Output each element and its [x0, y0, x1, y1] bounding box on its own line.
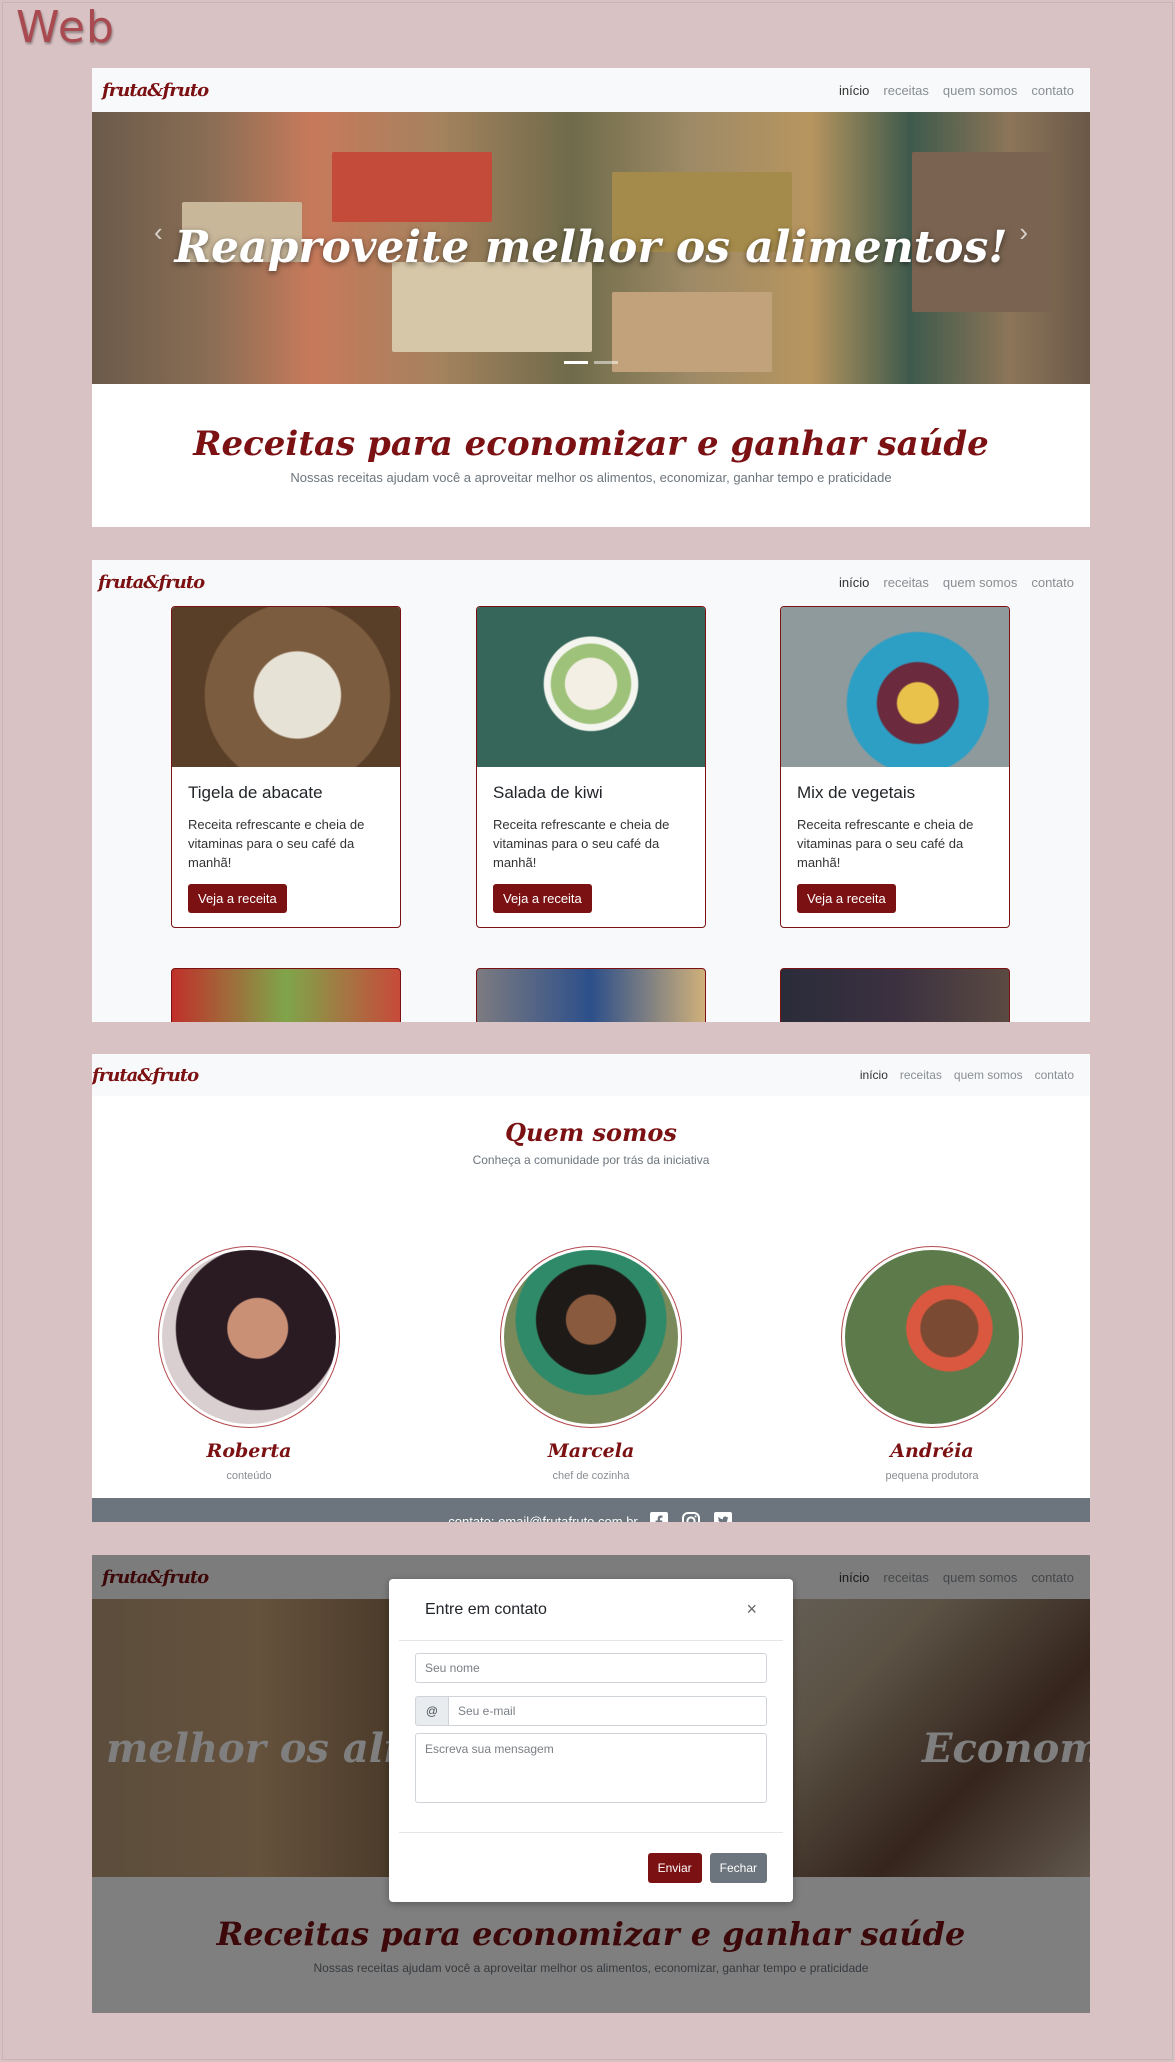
nav-menu: início receitas quem somos contato — [839, 575, 1074, 590]
nav-contato[interactable]: contato — [1035, 1068, 1074, 1082]
nav-quem-somos[interactable]: quem somos — [943, 575, 1017, 590]
contact-modal: Entre em contato × Seu nome @ Seu e-mail… — [389, 1579, 793, 1902]
facebook-icon[interactable] — [648, 1510, 670, 1522]
recipe-cards: Tigela de abacate Receita refrescante e … — [92, 604, 1090, 1022]
nav-receitas[interactable]: receitas — [883, 83, 929, 98]
footer-contact[interactable]: contato: email@frutafruto.com.br — [448, 1514, 638, 1523]
recipe-card-partial — [780, 968, 1010, 1022]
recipe-text: Receita refrescante e cheia de vitaminas… — [188, 817, 365, 870]
name-input[interactable]: Seu nome — [415, 1653, 767, 1683]
nav-inicio[interactable]: início — [839, 83, 869, 98]
modal-body: Seu nome @ Seu e-mail Escreva sua mensag… — [389, 1641, 793, 1803]
intro-subtitle: Nossas receitas ajudam você a aproveitar… — [290, 470, 892, 485]
avatar — [158, 1246, 340, 1428]
brand-logo[interactable]: fruta&fruto — [102, 80, 209, 101]
recipes-panel: fruta&fruto início receitas quem somos c… — [92, 560, 1090, 1022]
carousel-indicators — [92, 361, 1090, 364]
nav-quem-somos[interactable]: quem somos — [943, 83, 1017, 98]
member-role: conteúdo — [226, 1470, 272, 1482]
team-section: Quem somos Conheça a comunidade por trás… — [92, 1118, 1090, 1498]
nav-receitas[interactable]: receitas — [883, 575, 929, 590]
recipe-image — [172, 607, 400, 767]
email-group: @ Seu e-mail — [415, 1696, 767, 1726]
modal-title: Entre em contato — [425, 1600, 547, 1618]
member-name: Andréia — [890, 1440, 974, 1462]
team-member: Roberta conteúdo — [129, 1246, 369, 1482]
nav-menu: início receitas quem somos contato — [860, 1068, 1074, 1082]
team-member: Marcela chef de cozinha — [471, 1246, 711, 1482]
navbar: fruta&fruto início receitas quem somos c… — [92, 68, 1090, 112]
recipe-title: Mix de vegetais — [797, 783, 916, 802]
avatar — [841, 1246, 1023, 1428]
recipe-image — [781, 607, 1009, 767]
home-panel: fruta&fruto início receitas quem somos c… — [92, 68, 1090, 527]
about-panel: fruta&fruto início receitas quem somos c… — [92, 1054, 1090, 1522]
at-addon: @ — [415, 1696, 449, 1726]
web-label: Web — [16, 2, 115, 53]
message-textarea[interactable]: Escreva sua mensagem — [415, 1733, 767, 1803]
brand-logo[interactable]: fruta&fruto — [98, 572, 205, 593]
email-input[interactable]: Seu e-mail — [449, 1696, 767, 1726]
contact-panel: fruta&fruto início receitas quem somos c… — [92, 1555, 1090, 2013]
recipe-button[interactable]: Veja a receita — [188, 884, 287, 913]
member-role: pequena produtora — [885, 1470, 979, 1482]
nav-contato[interactable]: contato — [1031, 575, 1074, 590]
nav-menu: início receitas quem somos contato — [839, 83, 1074, 98]
close-icon[interactable]: × — [746, 1599, 757, 1620]
indicator-1[interactable] — [564, 361, 588, 364]
recipe-title: Tigela de abacate — [188, 783, 323, 802]
recipe-card: Mix de vegetais Receita refrescante e ch… — [780, 606, 1010, 928]
nav-contato[interactable]: contato — [1031, 83, 1074, 98]
avatar — [500, 1246, 682, 1428]
modal-header: Entre em contato × — [399, 1579, 783, 1641]
send-button[interactable]: Enviar — [647, 1852, 702, 1883]
close-button[interactable]: Fechar — [709, 1852, 767, 1883]
member-name: Marcela — [547, 1440, 635, 1462]
hero-title: Reaproveite melhor os alimentos! — [174, 222, 1008, 273]
nav-quem-somos[interactable]: quem somos — [954, 1068, 1023, 1082]
recipe-button[interactable]: Veja a receita — [797, 884, 896, 913]
recipe-image — [477, 607, 705, 767]
recipe-title: Salada de kiwi — [493, 783, 603, 802]
about-subtitle: Conheça a comunidade por trás da iniciat… — [472, 1153, 710, 1167]
instagram-icon[interactable] — [680, 1510, 702, 1522]
recipe-card-partial — [476, 968, 706, 1022]
indicator-2[interactable] — [594, 361, 618, 364]
member-name: Roberta — [206, 1440, 292, 1462]
navbar: fruta&fruto início receitas quem somos c… — [92, 560, 1090, 604]
member-role: chef de cozinha — [552, 1470, 630, 1482]
nav-inicio[interactable]: início — [860, 1068, 888, 1082]
brand-logo[interactable]: fruta&fruto — [92, 1065, 199, 1086]
recipe-button[interactable]: Veja a receita — [493, 884, 592, 913]
recipe-text: Receita refrescante e cheia de vitaminas… — [493, 817, 670, 870]
footer: contato: email@frutafruto.com.br — [92, 1498, 1090, 1522]
recipe-card: Salada de kiwi Receita refrescante e che… — [476, 606, 706, 928]
intro-title: Receitas para economizar e ganhar saúde — [193, 424, 989, 464]
recipe-text: Receita refrescante e cheia de vitaminas… — [797, 817, 974, 870]
nav-inicio[interactable]: início — [839, 575, 869, 590]
nav-receitas[interactable]: receitas — [900, 1068, 942, 1082]
team-member: Andréia pequena produtora — [812, 1246, 1052, 1482]
recipe-card: Tigela de abacate Receita refrescante e … — [171, 606, 401, 928]
navbar: fruta&fruto início receitas quem somos c… — [92, 1054, 1090, 1096]
hero-carousel[interactable]: ‹ › Reaproveite melhor os alimentos! — [92, 112, 1090, 384]
about-title: Quem somos — [505, 1118, 677, 1147]
recipe-card-partial — [171, 968, 401, 1022]
twitter-icon[interactable] — [712, 1510, 734, 1522]
modal-footer: Enviar Fechar — [399, 1832, 783, 1902]
